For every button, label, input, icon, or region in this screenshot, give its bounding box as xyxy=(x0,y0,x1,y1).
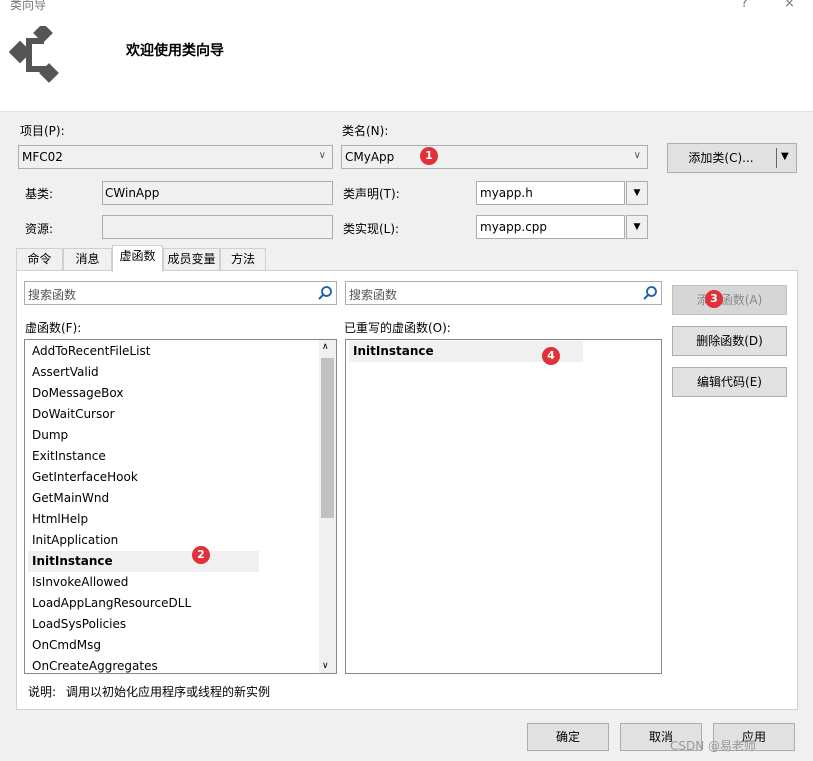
search-input[interactable]: 搜索函数 xyxy=(24,281,337,305)
ok-button[interactable]: 确定 xyxy=(527,723,609,751)
impl-dropdown-button[interactable]: ▼ xyxy=(626,215,648,239)
resource-label: 资源: xyxy=(25,222,54,236)
list-item[interactable]: LoadAppLangResourceDLL xyxy=(32,593,191,614)
overridden-functions-list[interactable]: InitInstance xyxy=(345,339,662,674)
list-item[interactable]: ExitInstance xyxy=(32,446,106,467)
annotation-badge-4: 4 xyxy=(542,347,560,365)
page-title: 欢迎使用类向导 xyxy=(126,43,224,59)
list-item[interactable]: IsInvokeAllowed xyxy=(32,572,128,593)
search-placeholder: 搜索函数 xyxy=(28,288,77,302)
project-value: MFC02 xyxy=(22,150,63,164)
list-item[interactable]: Dump xyxy=(32,425,68,446)
class-label: 类名(N): xyxy=(342,124,389,138)
description-text: 调用以初始化应用程序或线程的新实例 xyxy=(66,685,271,699)
list-item[interactable]: HtmlHelp xyxy=(32,509,88,530)
search-icon xyxy=(318,286,332,300)
virtual-functions-list[interactable]: AddToRecentFileList AssertValid DoMessag… xyxy=(24,339,337,674)
scrollbar-thumb[interactable] xyxy=(321,358,334,518)
tab-messages[interactable]: 消息 xyxy=(63,248,112,271)
annotation-badge-3: 3 xyxy=(705,290,723,308)
list-item[interactable]: GetInterfaceHook xyxy=(32,467,138,488)
chevron-down-icon: ∨ xyxy=(633,150,641,161)
annotation-badge-2: 2 xyxy=(192,546,210,564)
add-function-button[interactable]: 添加函数(A) xyxy=(672,285,787,315)
decl-file-value: myapp.h xyxy=(480,186,533,200)
impl-label: 类实现(L): xyxy=(343,222,400,236)
class-value: CMyApp xyxy=(345,150,395,164)
title-bar: 类向导 ? × xyxy=(0,0,813,14)
window-title: 类向导 xyxy=(10,0,47,12)
split-divider xyxy=(776,148,777,168)
scroll-down-icon[interactable]: ∨ xyxy=(322,661,329,671)
overridden-search-input[interactable]: 搜索函数 xyxy=(345,281,662,305)
chevron-down-icon: ∨ xyxy=(318,150,326,161)
class-select[interactable]: CMyApp ∨ xyxy=(341,145,648,169)
vertical-scrollbar[interactable]: ∧ ∨ xyxy=(319,340,336,673)
tab-member-variables[interactable]: 成员变量 xyxy=(163,248,220,271)
tab-methods[interactable]: 方法 xyxy=(220,248,266,271)
resource-field xyxy=(102,215,333,239)
project-label: 项目(P): xyxy=(20,124,65,138)
edit-code-button[interactable]: 编辑代码(E) xyxy=(672,367,787,397)
base-label: 基类: xyxy=(25,187,54,201)
impl-file-field[interactable]: myapp.cpp xyxy=(476,215,625,239)
scroll-up-icon[interactable]: ∧ xyxy=(322,342,329,352)
list-item[interactable]: OnCreateAggregates xyxy=(32,656,158,673)
list-item[interactable]: LoadSysPolicies xyxy=(32,614,126,635)
list-item[interactable]: GetMainWnd xyxy=(32,488,109,509)
class-wizard-logo-icon xyxy=(8,26,59,83)
tab-virtual-functions[interactable]: 虚函数 xyxy=(112,245,163,272)
close-button[interactable]: × xyxy=(784,0,795,11)
overridden-label: 已重写的虚函数(O): xyxy=(344,321,451,335)
wizard-header: 欢迎使用类向导 xyxy=(0,14,813,112)
watermark: CSDN @易老师 xyxy=(670,739,757,753)
decl-dropdown-button[interactable]: ▼ xyxy=(626,181,648,205)
decl-file-field[interactable]: myapp.h xyxy=(476,181,625,205)
list-item[interactable]: AssertValid xyxy=(32,362,99,383)
help-button[interactable]: ? xyxy=(741,0,748,11)
delete-function-button[interactable]: 删除函数(D) xyxy=(672,326,787,356)
project-select[interactable]: MFC02 ∨ xyxy=(18,145,333,169)
list-item-selected[interactable]: InitInstance xyxy=(28,551,259,572)
list-item[interactable]: AddToRecentFileList xyxy=(32,341,150,362)
base-class-field: CWinApp xyxy=(102,181,333,205)
list-item[interactable]: DoMessageBox xyxy=(32,383,123,404)
add-class-button[interactable]: 添加类(C)... xyxy=(667,143,797,173)
base-class-value: CWinApp xyxy=(105,186,160,200)
list-item[interactable]: OnCmdMsg xyxy=(32,635,101,656)
decl-label: 类声明(T): xyxy=(343,187,400,201)
impl-file-value: myapp.cpp xyxy=(480,220,548,234)
search-icon xyxy=(643,286,657,300)
search-placeholder: 搜索函数 xyxy=(349,288,398,302)
list-item[interactable]: InitApplication xyxy=(32,530,118,551)
annotation-badge-1: 1 xyxy=(420,147,438,165)
tab-commands[interactable]: 命令 xyxy=(16,248,63,271)
virtual-functions-label: 虚函数(F): xyxy=(25,321,82,335)
list-item[interactable]: DoWaitCursor xyxy=(32,404,115,425)
description-label: 说明: xyxy=(28,685,57,699)
chevron-down-icon[interactable]: ▼ xyxy=(781,151,789,162)
add-class-label: 添加类(C)... xyxy=(688,151,754,165)
